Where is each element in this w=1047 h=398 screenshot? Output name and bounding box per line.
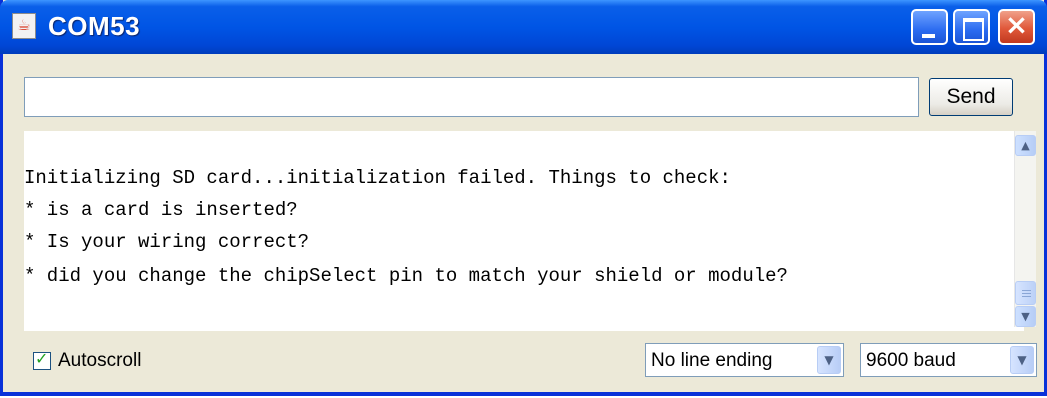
- close-icon: ×: [1004, 8, 1029, 41]
- line-ending-value: No line ending: [651, 350, 773, 371]
- minimize-button[interactable]: [911, 9, 948, 45]
- maximize-button[interactable]: [953, 9, 990, 45]
- output-line: * Is your wiring correct?: [24, 231, 310, 253]
- baud-rate-select[interactable]: 9600 baud ▼: [860, 343, 1037, 377]
- chevron-down-icon[interactable]: ▼: [1010, 346, 1034, 374]
- scroll-down-icon[interactable]: ▼: [1015, 306, 1036, 327]
- scrollbar-thumb[interactable]: [1015, 281, 1036, 305]
- window-title: COM53: [48, 11, 141, 41]
- baud-rate-value: 9600 baud: [866, 350, 956, 371]
- maximize-icon: [963, 18, 984, 41]
- autoscroll-checkbox[interactable]: ✓: [33, 349, 51, 370]
- scroll-up-icon[interactable]: ▲: [1015, 135, 1036, 156]
- vertical-scrollbar[interactable]: ▲ ▼: [1014, 131, 1036, 327]
- java-icon: ☕: [12, 13, 36, 39]
- autoscroll-label[interactable]: Autoscroll: [58, 350, 141, 372]
- serial-output[interactable]: Initializing SD card...initialization fa…: [24, 131, 1024, 331]
- checkmark-icon: ✓: [35, 349, 49, 368]
- output-line: * is a card is inserted?: [24, 199, 298, 221]
- chevron-down-icon[interactable]: ▼: [817, 346, 841, 374]
- send-input[interactable]: [24, 77, 919, 117]
- send-button[interactable]: Send: [929, 78, 1013, 116]
- line-ending-select[interactable]: No line ending ▼: [645, 343, 844, 377]
- output-line: * did you change the chipSelect pin to m…: [24, 265, 788, 287]
- title-bar[interactable]: ☕ COM53 ×: [0, 0, 1047, 54]
- close-button[interactable]: ×: [998, 8, 1035, 45]
- minimize-icon: [922, 34, 935, 38]
- output-line: Initializing SD card...initialization fa…: [24, 167, 731, 189]
